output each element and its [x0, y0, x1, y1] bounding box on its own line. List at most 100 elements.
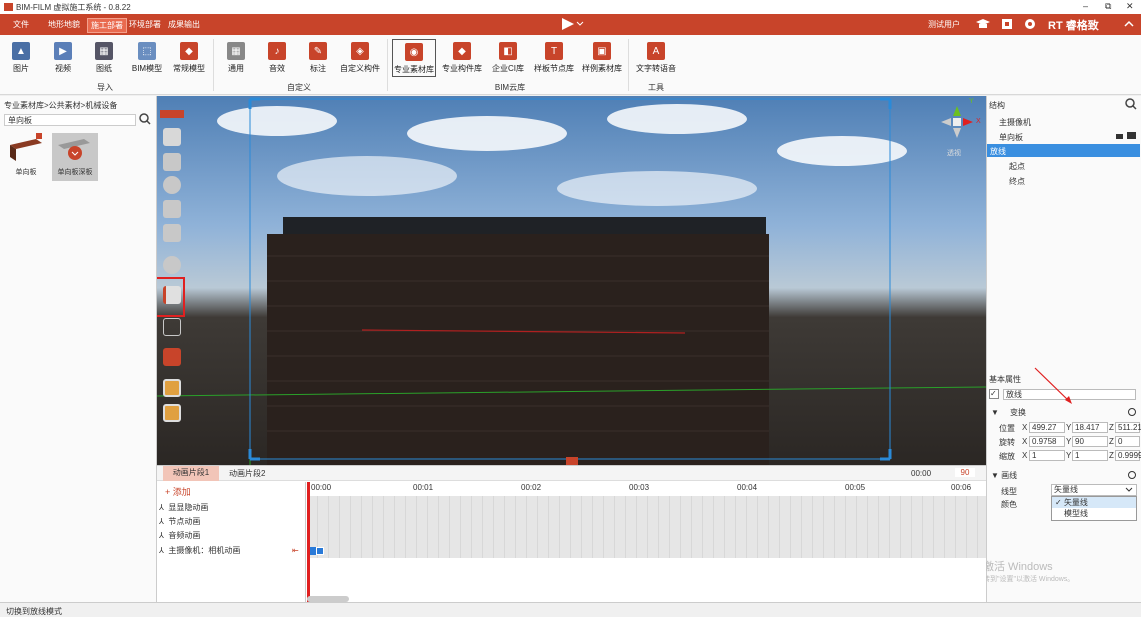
track-visibility[interactable]: ⅄ 显显隐动画: [159, 502, 208, 513]
track-grid[interactable]: [307, 496, 986, 558]
import-video-button[interactable]: ▶ 视频: [46, 42, 80, 74]
menu-file[interactable]: 文件: [13, 19, 29, 30]
gear-icon[interactable]: [1024, 18, 1036, 30]
collapse-timeline-button[interactable]: [566, 457, 578, 465]
track-camera[interactable]: ⅄ 主摄像机：相机动画: [159, 545, 240, 556]
track-audio[interactable]: ⅄ 音频动画: [159, 530, 200, 541]
sample-icon: ▣: [593, 42, 611, 60]
rotation-z-field[interactable]: 0: [1115, 436, 1140, 447]
image-icon: ▲: [12, 42, 30, 60]
search-input[interactable]: 单向板: [4, 114, 136, 126]
import-drawing-button[interactable]: ▦ 图纸: [87, 42, 121, 74]
y-label: Y: [1066, 423, 1072, 432]
flag-icon[interactable]: [163, 348, 181, 366]
playhead[interactable]: [307, 482, 310, 603]
chevron-up-icon[interactable]: [1124, 20, 1134, 28]
tree-item-slab[interactable]: 单向板: [999, 132, 1023, 143]
pro-component-library-button[interactable]: ◆ 专业构件库: [440, 42, 484, 74]
enterprise-ci-library-button[interactable]: ◧ 企业CI库: [488, 42, 528, 74]
x-label: X: [1022, 451, 1028, 460]
orientation-gizmo-icon[interactable]: [937, 102, 977, 142]
scale-icon[interactable]: [163, 200, 181, 218]
select-box-icon[interactable]: [163, 379, 181, 397]
menu-output[interactable]: 成果输出: [168, 19, 200, 30]
menu-terrain[interactable]: 地形地貌: [48, 19, 80, 30]
tab-clip-1[interactable]: 动画片段1: [163, 466, 219, 481]
option-vector-line[interactable]: ✓ 矢量线: [1052, 497, 1136, 508]
collapse-toolbar-button[interactable]: [160, 110, 184, 118]
3d-viewport[interactable]: Y X 透视: [157, 96, 986, 465]
tree-item-selected[interactable]: [987, 144, 1140, 157]
general-button[interactable]: ▦ 通用: [219, 42, 253, 74]
breadcrumb[interactable]: 专业素材库>公共素材>机械设备: [4, 100, 117, 111]
import-bim-button[interactable]: ⬚ BIM模型: [127, 42, 167, 74]
path-icon[interactable]: [163, 318, 181, 336]
rotate-icon[interactable]: [163, 176, 181, 194]
line-section[interactable]: ▼ 画线: [991, 470, 1017, 481]
position-z-field[interactable]: 511.21: [1115, 422, 1141, 433]
add-track-button[interactable]: + 添加: [165, 485, 191, 498]
rotation-y-field[interactable]: 90: [1072, 436, 1108, 447]
pro-material-library-button[interactable]: ◉ 专业素材库: [392, 39, 436, 77]
minimize-button[interactable]: –: [1083, 1, 1088, 11]
pin-icon[interactable]: ⇤: [292, 546, 299, 555]
import-model-button[interactable]: ◆ 常规模型: [169, 42, 209, 74]
custom-component-button[interactable]: ◈ 自定义构件: [338, 42, 382, 74]
keyframe[interactable]: [316, 547, 324, 555]
group-box-icon[interactable]: [163, 404, 181, 422]
transform-section[interactable]: ▼ 变换: [991, 407, 1026, 418]
separator: [387, 39, 388, 91]
end-frame-field[interactable]: 90: [955, 468, 975, 477]
track-node[interactable]: ⅄ 节点动画: [159, 516, 200, 527]
scale-y-field[interactable]: 1: [1072, 450, 1108, 461]
z-label: Z: [1109, 423, 1114, 432]
search-icon[interactable]: [139, 113, 151, 125]
asset-item-selected[interactable]: 单向板深板: [52, 133, 98, 181]
import-image-button[interactable]: ▲ 图片: [4, 42, 38, 74]
template-node-library-button[interactable]: T 样板节点库: [532, 42, 576, 74]
annotation-button[interactable]: ✎ 标注: [301, 42, 335, 74]
sample-material-library-button[interactable]: ▣ 样例素材库: [580, 42, 624, 74]
scale-z-field[interactable]: 0.9999: [1115, 450, 1141, 461]
tree-item-setout-line[interactable]: 放线: [990, 146, 1006, 157]
group-tools-label: 工具: [648, 83, 664, 92]
scale-x-field[interactable]: 1: [1029, 450, 1065, 461]
reset-icon[interactable]: [1127, 470, 1137, 480]
play-icon[interactable]: [560, 17, 586, 31]
tree-item-camera[interactable]: 主摄像机: [999, 117, 1031, 128]
group-cloud-label: BIM云库: [494, 83, 526, 92]
asset-item[interactable]: 单向板: [6, 133, 46, 181]
text-to-speech-button[interactable]: A 文字转语音: [633, 42, 679, 74]
rotation-x-field[interactable]: 0.9758: [1029, 436, 1065, 447]
position-y-field[interactable]: 18.417: [1072, 422, 1108, 433]
position-x-field[interactable]: 499.27: [1029, 422, 1065, 433]
brand-logo: RT 睿格致: [1048, 20, 1099, 32]
option-model-line[interactable]: 模型线: [1052, 508, 1136, 519]
tree-item-start-point[interactable]: 起点: [1009, 161, 1025, 172]
user-name[interactable]: 测试用户: [928, 19, 960, 30]
app-title: BIM-FILM 虚拟施工系统 - 0.8.22: [16, 3, 131, 12]
time-ruler[interactable]: 00:00 00:01 00:02 00:03 00:04 00:05 00:0…: [307, 482, 986, 496]
group-import-label: 导入: [97, 83, 113, 92]
restore-button[interactable]: ⧉: [1105, 1, 1111, 12]
menu-construction[interactable]: 施工部署: [87, 18, 127, 33]
tree-item-end-point[interactable]: 终点: [1009, 176, 1025, 187]
menu-environment[interactable]: 环境部署: [129, 19, 161, 30]
snap-icon[interactable]: [163, 224, 181, 242]
counter-icon[interactable]: [163, 256, 181, 274]
chevron-down-icon[interactable]: [1125, 487, 1133, 493]
hand-pan-icon[interactable]: [163, 128, 181, 146]
search-icon[interactable]: [1125, 98, 1137, 110]
tab-clip-2[interactable]: 动画片段2: [229, 468, 265, 479]
setout-line-icon[interactable]: [163, 286, 181, 304]
sound-button[interactable]: ♪ 音效: [260, 42, 294, 74]
reset-icon[interactable]: [1127, 407, 1137, 417]
perspective-label[interactable]: 透视: [947, 148, 961, 158]
axis-x-label: X: [976, 118, 981, 125]
lock-icon[interactable]: [1115, 130, 1137, 140]
visible-checkbox[interactable]: ✓: [989, 389, 999, 399]
book-icon[interactable]: [1001, 18, 1013, 30]
graduation-cap-icon[interactable]: [976, 18, 990, 30]
close-button[interactable]: ✕: [1126, 1, 1134, 12]
move-icon[interactable]: [163, 153, 181, 171]
